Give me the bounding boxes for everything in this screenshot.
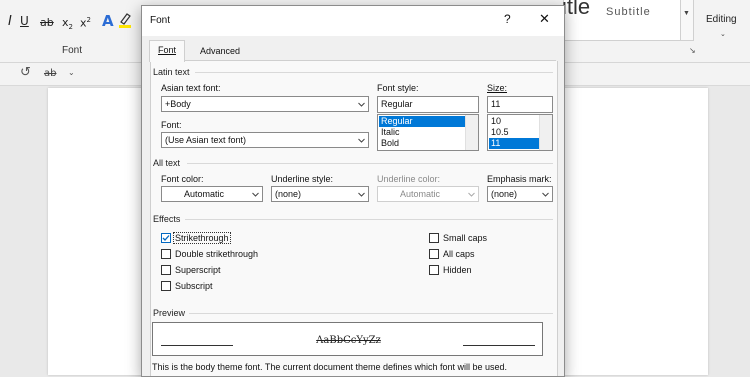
font-combo[interactable]: (Use Asian text font): [161, 132, 369, 148]
style-subtitle[interactable]: Subtitle: [606, 6, 651, 18]
chevron-down-icon: ▼: [683, 10, 690, 17]
section-divider: [187, 163, 553, 164]
chevron-down-icon: [467, 190, 476, 199]
chevron-down-icon[interactable]: [357, 190, 366, 199]
chevron-down-icon[interactable]: [541, 190, 550, 199]
section-divider: [185, 219, 553, 220]
font-value: (Use Asian text font): [165, 135, 247, 145]
size-value: 11: [491, 99, 501, 109]
font-style-label: Font style:: [377, 83, 419, 93]
size-list[interactable]: 10 10.5 11: [487, 114, 553, 151]
asian-font-label: Asian text font:: [161, 83, 221, 93]
small-caps-label[interactable]: Small caps: [443, 233, 487, 243]
close-button[interactable]: ✕: [539, 11, 550, 27]
underline-color-combo: Automatic: [377, 186, 479, 202]
asian-font-combo[interactable]: +Body: [161, 96, 369, 112]
underline-style-label: Underline style:: [271, 174, 334, 184]
superscript-checkbox[interactable]: [161, 265, 171, 275]
editing-group[interactable]: Editing ⌄: [700, 0, 750, 60]
subscript-label[interactable]: Subscript: [175, 281, 213, 291]
emphasis-mark-combo[interactable]: (none): [487, 186, 553, 202]
underline-color-label: Underline color:: [377, 174, 441, 184]
emphasis-mark-value: (none): [491, 189, 518, 199]
preview-description: This is the body theme font. The current…: [152, 362, 508, 372]
chevron-down-icon: ⌄: [720, 31, 726, 38]
chevron-down-icon[interactable]: [251, 190, 260, 199]
superscript-button[interactable]: x2: [80, 16, 91, 30]
subscript-checkbox[interactable]: [161, 281, 171, 291]
underline-button[interactable]: U: [20, 14, 29, 28]
asian-font-value: +Body: [165, 99, 191, 109]
superscript-label[interactable]: Superscript: [175, 265, 221, 275]
undo-icon[interactable]: ↺: [20, 65, 31, 80]
section-preview: Preview: [153, 308, 186, 318]
editing-label: Editing: [706, 14, 737, 25]
chevron-down-icon[interactable]: [357, 136, 366, 145]
section-divider: [189, 313, 553, 314]
font-style-list[interactable]: Regular Italic Bold: [377, 114, 479, 151]
size-option[interactable]: 11: [489, 138, 539, 149]
hidden-label[interactable]: Hidden: [443, 265, 472, 275]
tab-advanced[interactable]: Advanced: [192, 42, 248, 60]
emphasis-mark-label: Emphasis mark:: [487, 174, 552, 184]
font-label: Font:: [161, 120, 182, 130]
font-style-value: Regular: [381, 99, 413, 109]
chevron-down-icon[interactable]: [357, 100, 366, 109]
checkmark-icon: [162, 235, 170, 241]
subscript-button[interactable]: x2: [62, 16, 73, 31]
italic-button[interactable]: I: [8, 14, 12, 29]
highlighter-icon[interactable]: [118, 12, 132, 28]
tab-advanced-label: Advanced: [200, 46, 241, 56]
size-input[interactable]: 11: [487, 96, 553, 113]
dialog-title-bar[interactable]: Font ? ✕: [142, 6, 564, 36]
hidden-checkbox[interactable]: [429, 265, 439, 275]
font-color-value: Automatic: [184, 189, 225, 199]
section-divider: [195, 72, 553, 73]
ribbon-group-font-label: Font: [62, 45, 83, 56]
gallery-scroll[interactable]: ▼: [680, 0, 694, 41]
preview-box: AaBbCcYyZz: [152, 322, 543, 356]
small-caps-checkbox[interactable]: [429, 233, 439, 243]
size-option[interactable]: 10.5: [489, 127, 539, 138]
styles-gallery[interactable]: itle Subtitle: [562, 0, 685, 41]
chevron-down-icon[interactable]: ⌄: [68, 68, 75, 77]
double-strikethrough-label[interactable]: Double strikethrough: [175, 249, 258, 259]
double-strikethrough-checkbox[interactable]: [161, 249, 171, 259]
strikethrough-button[interactable]: ab: [40, 16, 54, 29]
help-button[interactable]: ?: [504, 12, 511, 26]
font-style-option[interactable]: Italic: [379, 127, 465, 138]
font-dialog: Font ? ✕ Font Advanced Latin text Asian …: [141, 5, 565, 377]
tab-font-label: Font: [158, 45, 177, 55]
dialog-title: Font: [150, 15, 171, 26]
font-style-option[interactable]: Regular: [379, 116, 465, 127]
dialog-launcher-icon[interactable]: ↘: [689, 46, 696, 55]
font-style-scrollbar[interactable]: [465, 115, 478, 150]
size-label: Size:: [487, 83, 508, 93]
all-caps-checkbox[interactable]: [429, 249, 439, 259]
section-effects: Effects: [153, 214, 181, 224]
strikethrough-icon[interactable]: ab: [44, 68, 56, 79]
all-caps-label[interactable]: All caps: [443, 249, 475, 259]
underline-style-combo[interactable]: (none): [271, 186, 369, 202]
underline-color-value: Automatic: [400, 189, 441, 199]
section-latin-text: Latin text: [153, 67, 190, 77]
font-color-label: Font color:: [161, 174, 204, 184]
font-style-option[interactable]: Bold: [379, 138, 465, 149]
font-color-combo[interactable]: Automatic: [161, 186, 263, 202]
font-style-input[interactable]: Regular: [377, 96, 479, 113]
section-all-text: All text: [153, 158, 181, 168]
strikethrough-label[interactable]: Strikethrough: [173, 232, 231, 244]
size-scrollbar[interactable]: [539, 115, 552, 150]
underline-style-value: (none): [275, 189, 302, 199]
text-effects-icon[interactable]: A: [102, 12, 114, 30]
style-fragment: itle: [562, 0, 591, 19]
size-option[interactable]: 10: [489, 116, 539, 127]
preview-sample: AaBbCcYyZz: [316, 335, 381, 346]
strikethrough-checkbox[interactable]: [161, 233, 171, 243]
tab-font[interactable]: Font: [149, 40, 186, 62]
